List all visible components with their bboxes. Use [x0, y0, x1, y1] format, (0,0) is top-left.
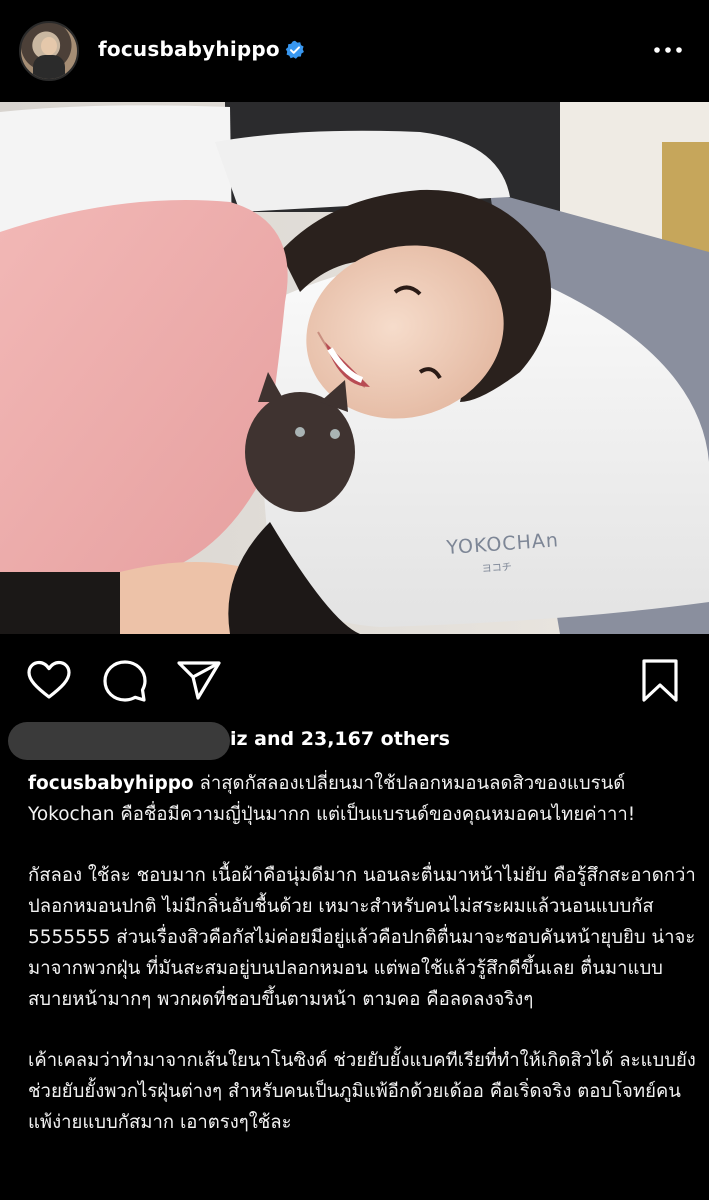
caption-paragraph-3: เค้าเคลมว่าทำมาจากเส้นใยนาโนซิงค์ ช่วยยั…	[28, 1050, 696, 1133]
username[interactable]: focusbabyhippo	[98, 37, 280, 61]
redacted-liker-name	[8, 722, 230, 760]
heart-icon	[27, 660, 71, 699]
avatar[interactable]	[19, 21, 79, 81]
caption-username[interactable]: focusbabyhippo	[28, 773, 194, 794]
caption-paragraph-1: focusbabyhippo ล่าสุดกัสลองเปลี่ยนมาใช้ป…	[28, 768, 698, 830]
post-caption: focusbabyhippo ล่าสุดกัสลองเปลี่ยนมาใช้ป…	[28, 768, 698, 1168]
verified-badge-icon	[285, 40, 304, 59]
more-horizontal-icon[interactable]	[652, 38, 684, 62]
post-photo[interactable]: YOKOCHAn ヨコチ	[0, 102, 709, 634]
avatar-body	[33, 55, 65, 79]
post-header: focusbabyhippo	[0, 0, 709, 102]
pillow-brand-jp-text: ヨコチ	[481, 561, 512, 575]
comment-button[interactable]	[102, 658, 148, 704]
post-image: YOKOCHAn ヨコチ	[0, 102, 709, 634]
bookmark-icon	[642, 659, 678, 702]
share-button[interactable]	[176, 658, 222, 704]
like-button[interactable]	[26, 658, 72, 704]
avatar-face	[41, 37, 57, 55]
send-icon	[177, 661, 221, 700]
save-button[interactable]	[638, 658, 684, 704]
caption-paragraph-2: กัสลอง ใช้ละ ชอบมาก เนื้อผ้าคือนุ่มดีมาก…	[28, 865, 696, 1010]
likes-row: iz and 23,167 others	[0, 722, 709, 762]
comment-icon	[103, 660, 147, 702]
likes-count-text[interactable]: iz and 23,167 others	[230, 728, 450, 750]
action-bar	[0, 634, 709, 726]
